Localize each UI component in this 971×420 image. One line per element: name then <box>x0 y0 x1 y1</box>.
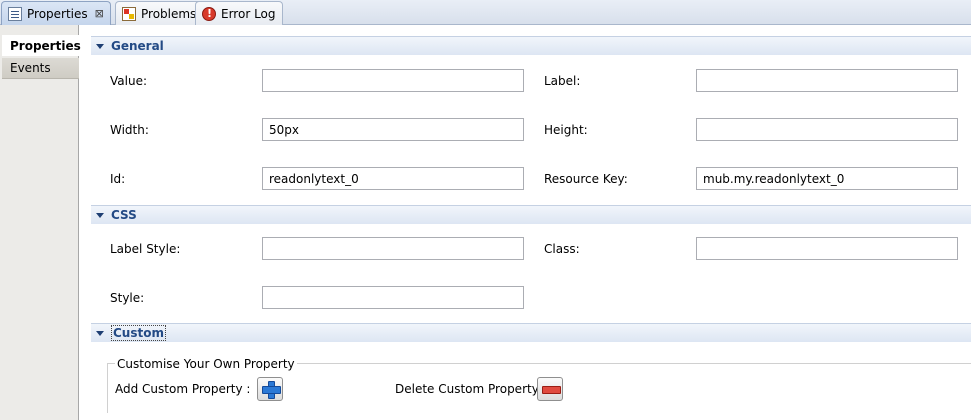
section-css-title: CSS <box>111 208 137 222</box>
class-label: Class: <box>544 242 580 256</box>
collapse-triangle-icon[interactable] <box>96 43 104 49</box>
add-custom-property-button[interactable] <box>257 377 283 401</box>
label-input[interactable] <box>696 69 958 92</box>
custom-group-title: Customise Your Own Property <box>115 357 297 371</box>
error-log-icon <box>202 6 216 21</box>
group-border-left <box>107 363 108 413</box>
add-custom-property-label: Add Custom Property : <box>115 382 251 396</box>
close-tab-icon[interactable]: ⊠ <box>95 7 104 20</box>
width-input[interactable] <box>262 118 524 141</box>
nav-item-events[interactable]: Events <box>2 58 79 79</box>
section-custom-title: Custom <box>111 325 166 341</box>
section-general-title: General <box>111 39 164 53</box>
tab-properties[interactable]: Properties ⊠ <box>1 1 111 25</box>
resource-key-label: Resource Key: <box>544 172 628 186</box>
section-css-header[interactable]: CSS <box>91 205 971 224</box>
view-tab-bar: Properties ⊠ Problems Error Log <box>0 0 971 25</box>
width-label: Width: <box>110 123 149 137</box>
problems-icon <box>122 6 136 21</box>
resource-key-input[interactable] <box>696 167 958 190</box>
minus-icon <box>538 378 562 400</box>
delete-custom-property-label: Delete Custom Property : <box>395 382 547 396</box>
tab-problems[interactable]: Problems <box>115 1 204 25</box>
value-label: Value: <box>110 74 147 88</box>
collapse-triangle-icon[interactable] <box>96 330 104 336</box>
value-input[interactable] <box>262 69 524 92</box>
tab-problems-label: Problems <box>141 6 197 21</box>
label-style-label: Label Style: <box>110 242 181 256</box>
delete-custom-property-button[interactable] <box>537 377 563 401</box>
tab-properties-label: Properties <box>27 6 88 21</box>
style-label: Style: <box>110 291 145 305</box>
tab-error-log-label: Error Log <box>221 6 276 21</box>
properties-icon <box>8 6 22 21</box>
tab-error-log[interactable]: Error Log <box>195 1 283 25</box>
class-input[interactable] <box>696 237 958 260</box>
height-input[interactable] <box>696 118 958 141</box>
label-label: Label: <box>544 74 581 88</box>
properties-category-nav: Properties Events <box>0 25 81 420</box>
style-input[interactable] <box>262 286 524 309</box>
nav-item-properties[interactable]: Properties <box>2 35 81 56</box>
plus-icon <box>258 378 282 400</box>
section-custom-header[interactable]: Custom <box>91 323 971 342</box>
section-general-header[interactable]: General <box>91 36 971 55</box>
height-label: Height: <box>544 123 588 137</box>
id-label: Id: <box>110 172 126 186</box>
label-style-input[interactable] <box>262 237 524 260</box>
collapse-triangle-icon[interactable] <box>96 212 104 218</box>
id-input[interactable] <box>262 167 524 190</box>
